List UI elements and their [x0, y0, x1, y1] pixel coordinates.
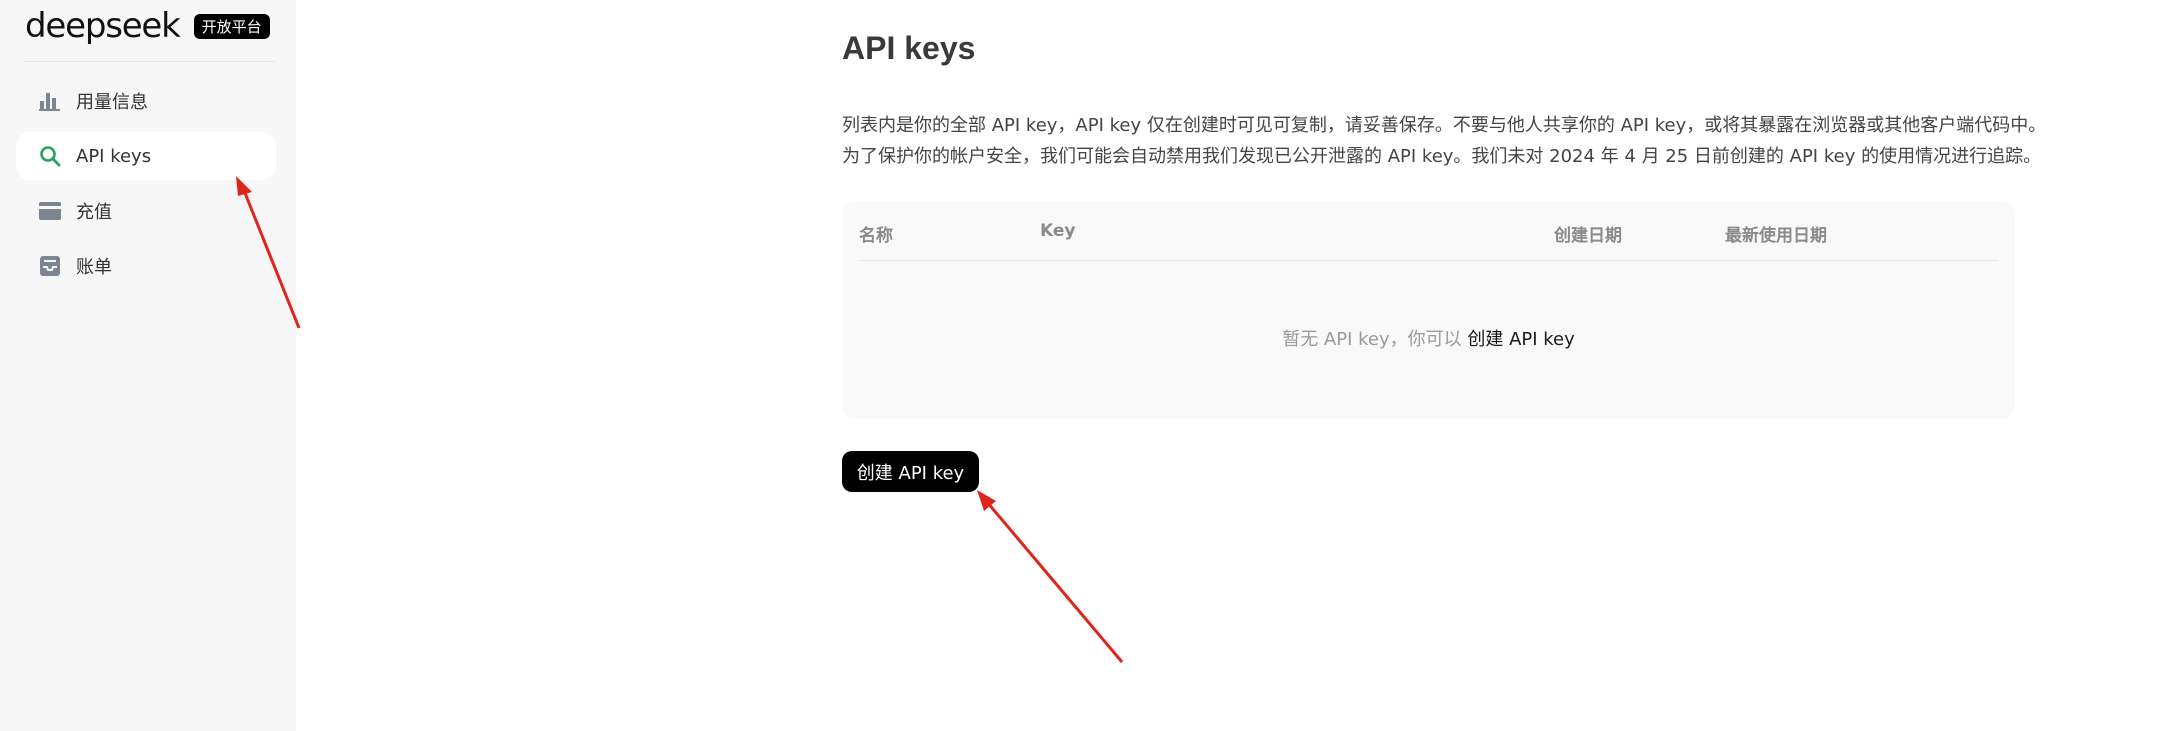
api-keys-table: 名称 Key 创建日期 最新使用日期 暂无 API key，你可以 创建 API… — [842, 201, 2015, 419]
sidebar-item-label: 充值 — [76, 202, 112, 223]
brand-logo[interactable]: deepseek 开放平台 — [25, 6, 270, 46]
column-header-last-used: 最新使用日期 — [1725, 226, 1827, 246]
sidebar-nav: 用量信息 API keys 充值 账单 — [16, 77, 276, 297]
column-header-created: 创建日期 — [1554, 226, 1622, 246]
page-title: API keys — [842, 30, 976, 66]
table-header: 名称 Key 创建日期 最新使用日期 — [859, 201, 1998, 261]
sidebar-item-label: 用量信息 — [76, 92, 148, 113]
column-header-name: 名称 — [859, 226, 893, 246]
sidebar: deepseek 开放平台 用量信息 API keys 充值 账单 — [0, 0, 296, 731]
sidebar-item-billing[interactable]: 账单 — [16, 242, 276, 290]
bar-chart-icon — [38, 89, 62, 113]
card-icon — [38, 199, 62, 223]
inbox-icon — [38, 254, 62, 278]
sidebar-item-label: API keys — [76, 145, 152, 167]
sidebar-item-recharge[interactable]: 充值 — [16, 187, 276, 235]
empty-state-text: 暂无 API key，你可以 — [1282, 329, 1468, 350]
search-icon — [38, 144, 62, 168]
column-header-key: Key — [1040, 221, 1076, 241]
description: 列表内是你的全部 API key，API key 仅在创建时可见可复制，请妥善保… — [842, 110, 2047, 172]
description-line: 为了保护你的帐户安全，我们可能会自动禁用我们发现已公开泄露的 API key。我… — [842, 146, 2042, 167]
create-api-key-button[interactable]: 创建 API key — [842, 451, 979, 492]
sidebar-item-api-keys[interactable]: API keys — [16, 132, 276, 180]
sidebar-item-usage[interactable]: 用量信息 — [16, 77, 276, 125]
empty-state: 暂无 API key，你可以 创建 API key — [842, 325, 2015, 351]
platform-badge: 开放平台 — [193, 13, 270, 39]
annotation-arrow-button — [977, 490, 1124, 663]
logo-text: deepseek — [25, 6, 181, 46]
description-line: 列表内是你的全部 API key，API key 仅在创建时可见可复制，请妥善保… — [842, 115, 2047, 136]
create-api-key-link[interactable]: 创建 API key — [1467, 329, 1574, 350]
sidebar-item-label: 账单 — [76, 257, 112, 278]
sidebar-divider — [25, 61, 275, 62]
